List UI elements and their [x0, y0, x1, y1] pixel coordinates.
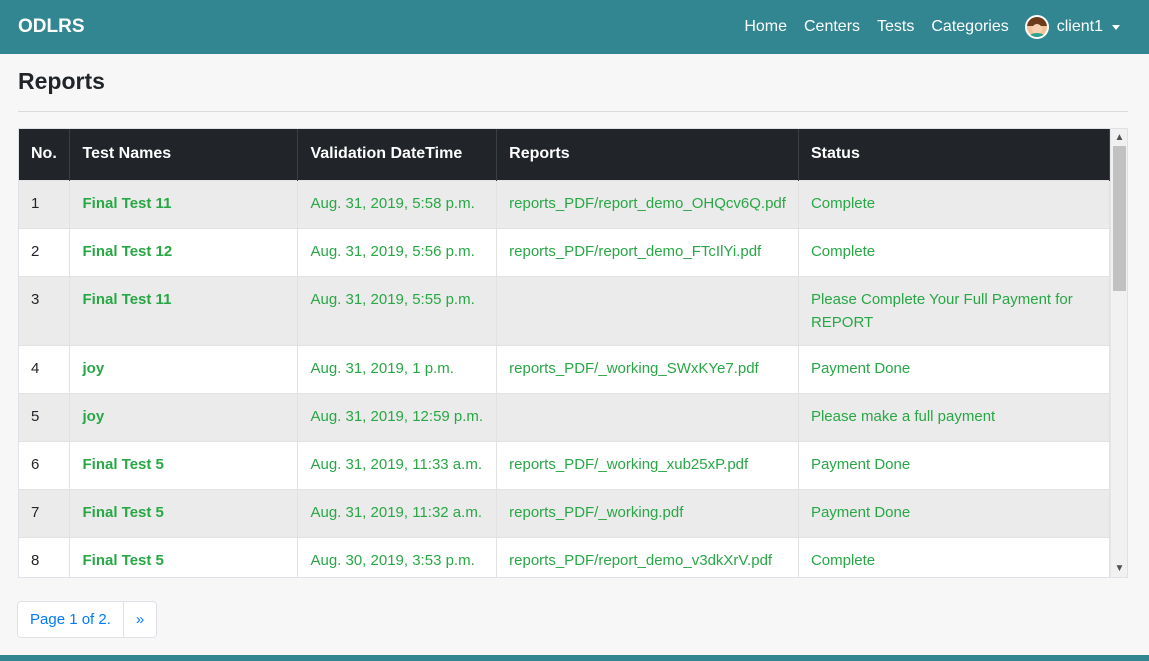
table-row: 6 Final Test 5 Aug. 31, 2019, 11:33 a.m.… [19, 440, 1111, 489]
header-status: Status [798, 129, 1111, 180]
report-file-link[interactable]: reports_PDF/report_demo_OHQcv6Q.pdf [496, 179, 799, 228]
test-name-link[interactable]: Final Test 5 [69, 488, 299, 537]
footer-bar [0, 655, 1149, 661]
report-file-link[interactable]: reports_PDF/report_demo_v3dkXrV.pdf [496, 536, 799, 577]
status-text: Payment Done [798, 488, 1111, 537]
reports-table: No. Test Names Validation DateTime Repor… [19, 129, 1111, 577]
navbar: ODLRS Home Centers Tests Categories clie… [0, 0, 1149, 54]
table-row: 4 joy Aug. 31, 2019, 1 p.m. reports_PDF/… [19, 344, 1111, 393]
chevron-up-icon[interactable]: ▲ [1111, 129, 1127, 146]
test-name-link[interactable]: Final Test 5 [69, 536, 299, 577]
status-text: Complete [798, 179, 1111, 228]
row-number: 7 [19, 488, 71, 537]
chevron-down-icon[interactable]: ▼ [1111, 560, 1127, 577]
user-name: client1 [1056, 18, 1103, 35]
scrollbar-thumb[interactable] [1113, 146, 1126, 291]
nav-link-tests[interactable]: Tests [877, 18, 914, 36]
validation-datetime: Aug. 31, 2019, 5:56 p.m. [297, 227, 498, 276]
user-avatar-icon [1024, 15, 1049, 39]
status-text: Complete [798, 227, 1111, 276]
table-row: 1 Final Test 11 Aug. 31, 2019, 5:58 p.m.… [19, 179, 1111, 228]
status-text: Please Complete Your Full Payment for RE… [798, 275, 1111, 345]
report-file-link[interactable]: reports_PDF/_working.pdf [496, 488, 799, 537]
validation-datetime: Aug. 31, 2019, 11:33 a.m. [297, 440, 498, 489]
nav-link-categories[interactable]: Categories [931, 18, 1008, 36]
table-row: 5 joy Aug. 31, 2019, 12:59 p.m. Please m… [19, 392, 1111, 441]
report-file-link[interactable]: reports_PDF/_working_xub25xP.pdf [496, 440, 799, 489]
next-page-button[interactable]: » [122, 602, 156, 637]
validation-datetime: Aug. 31, 2019, 1 p.m. [297, 344, 498, 393]
report-file-link[interactable] [496, 275, 799, 345]
user-menu[interactable]: client1 [1024, 15, 1120, 39]
pagination: Page 1 of 2. » [17, 601, 158, 638]
table-row: 7 Final Test 5 Aug. 31, 2019, 11:32 a.m.… [19, 488, 1111, 537]
validation-datetime: Aug. 31, 2019, 5:55 p.m. [297, 275, 498, 345]
header-no: No. [19, 129, 71, 180]
row-number: 8 [19, 536, 71, 577]
nav-link-home[interactable]: Home [744, 18, 787, 36]
row-number: 1 [19, 179, 71, 228]
nav-link-centers[interactable]: Centers [804, 18, 860, 36]
brand-logo[interactable]: ODLRS [18, 16, 85, 38]
table-row: 8 Final Test 5 Aug. 30, 2019, 3:53 p.m. … [19, 536, 1111, 577]
status-text: Please make a full payment [798, 392, 1111, 441]
row-number: 5 [19, 392, 71, 441]
test-name-link[interactable]: Final Test 11 [69, 179, 299, 228]
validation-datetime: Aug. 30, 2019, 3:53 p.m. [297, 536, 498, 577]
validation-datetime: Aug. 31, 2019, 11:32 a.m. [297, 488, 498, 537]
nav-links: Home Centers Tests Categories client1 [727, 0, 1131, 54]
table-scrollbar[interactable]: ▲ ▼ [1110, 129, 1127, 577]
row-number: 3 [19, 275, 71, 345]
status-text: Payment Done [798, 440, 1111, 489]
table-row: 2 Final Test 12 Aug. 31, 2019, 5:56 p.m.… [19, 227, 1111, 276]
status-text: Payment Done [798, 344, 1111, 393]
validation-datetime: Aug. 31, 2019, 5:58 p.m. [297, 179, 498, 228]
header-validation-datetime: Validation DateTime [297, 129, 498, 180]
header-reports: Reports [496, 129, 799, 180]
report-file-link[interactable] [496, 392, 799, 441]
status-text: Complete [798, 536, 1111, 577]
test-name-link[interactable]: Final Test 12 [69, 227, 299, 276]
table-header-row: No. Test Names Validation DateTime Repor… [19, 129, 1111, 180]
report-file-link[interactable]: reports_PDF/report_demo_FTcIlYi.pdf [496, 227, 799, 276]
test-name-link[interactable]: joy [69, 392, 299, 441]
page-title: Reports [18, 68, 105, 94]
test-name-link[interactable]: joy [69, 344, 299, 393]
row-number: 6 [19, 440, 71, 489]
row-number: 2 [19, 227, 71, 276]
title-divider [18, 111, 1128, 112]
test-name-link[interactable]: Final Test 5 [69, 440, 299, 489]
reports-table-container: No. Test Names Validation DateTime Repor… [18, 128, 1128, 578]
test-name-link[interactable]: Final Test 11 [69, 275, 299, 345]
caret-down-icon [1112, 24, 1120, 30]
table-row: 3 Final Test 11 Aug. 31, 2019, 5:55 p.m.… [19, 275, 1111, 345]
report-file-link[interactable]: reports_PDF/_working_SWxKYe7.pdf [496, 344, 799, 393]
header-test-names: Test Names [69, 129, 299, 180]
row-number: 4 [19, 344, 71, 393]
page-indicator[interactable]: Page 1 of 2. [18, 602, 123, 637]
validation-datetime: Aug. 31, 2019, 12:59 p.m. [297, 392, 498, 441]
